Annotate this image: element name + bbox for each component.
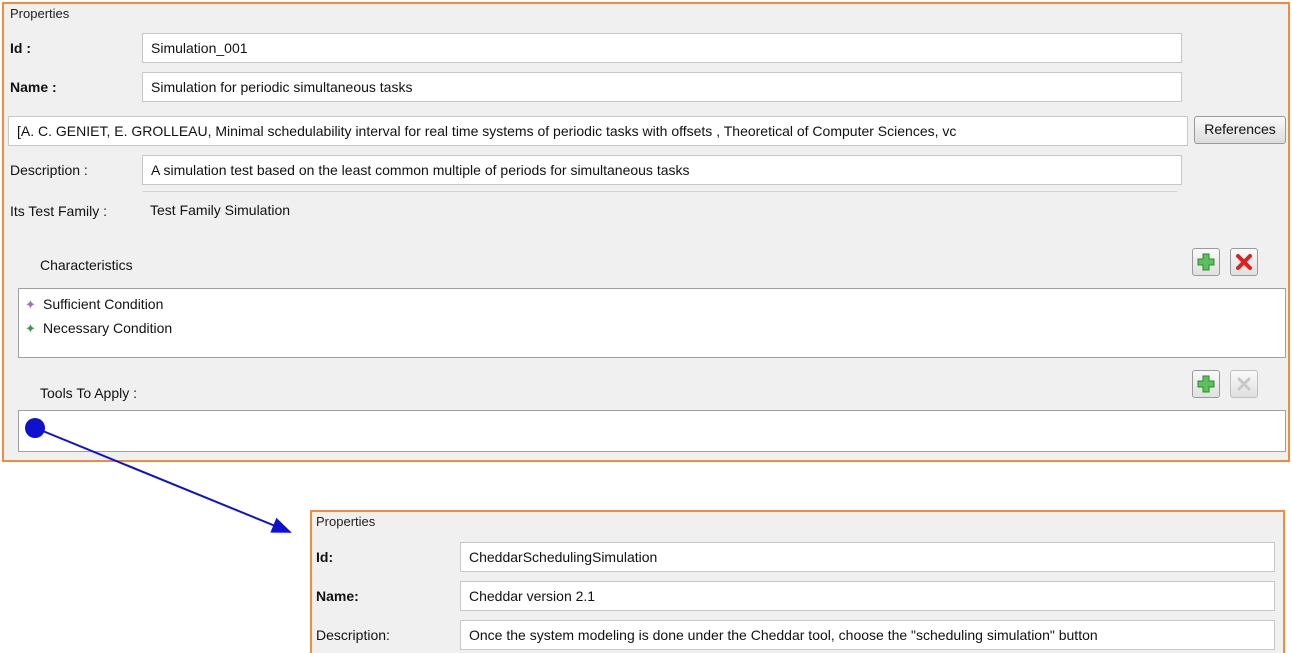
- description-label: Description:: [316, 627, 390, 643]
- plus-icon: [1197, 375, 1215, 393]
- id-field[interactable]: CheddarSchedulingSimulation: [460, 542, 1275, 572]
- list-item[interactable]: ✦ Sufficient Condition: [19, 292, 1285, 316]
- name-label: Name:: [316, 588, 359, 604]
- delete-x-icon: [1236, 254, 1252, 270]
- test-family-field: Test Family Simulation: [142, 196, 1177, 226]
- name-field[interactable]: Cheddar version 2.1: [460, 581, 1275, 611]
- delete-x-icon: [1237, 377, 1251, 391]
- list-item[interactable]: ✦ Necessary Condition: [19, 316, 1285, 340]
- id-label: Id:: [316, 549, 334, 565]
- test-family-label: Its Test Family :: [10, 203, 107, 219]
- plus-icon: [1197, 253, 1215, 271]
- description-label: Description :: [10, 162, 88, 178]
- name-field[interactable]: Simulation for periodic simultaneous tas…: [142, 72, 1182, 102]
- name-label: Name :: [10, 79, 57, 95]
- properties-panel-tool: Properties Id: CheddarSchedulingSimulati…: [310, 510, 1285, 653]
- characteristics-list[interactable]: ✦ Sufficient Condition ✦ Necessary Condi…: [18, 288, 1286, 358]
- green-diamond-icon: ✦: [25, 320, 36, 336]
- add-tool-button[interactable]: [1192, 370, 1220, 398]
- purple-diamond-icon: ✦: [25, 296, 36, 312]
- add-characteristic-button[interactable]: [1192, 248, 1220, 276]
- delete-tool-button[interactable]: [1230, 370, 1258, 398]
- separator: [142, 191, 1177, 192]
- id-label: Id :: [10, 40, 31, 56]
- properties-panel-test: Properties Id : Simulation_001 Name : Si…: [2, 2, 1290, 462]
- panel-title: Properties: [316, 514, 376, 529]
- panel-title: Properties: [10, 6, 70, 21]
- description-field[interactable]: A simulation test based on the least com…: [142, 155, 1182, 185]
- list-item-label: Sufficient Condition: [43, 296, 164, 312]
- id-field[interactable]: Simulation_001: [142, 33, 1182, 63]
- description-field[interactable]: Once the system modeling is done under t…: [460, 620, 1275, 650]
- tools-list[interactable]: [18, 410, 1286, 452]
- tools-to-apply-label: Tools To Apply :: [40, 385, 138, 401]
- list-item-label: Necessary Condition: [43, 320, 173, 336]
- references-button[interactable]: References: [1194, 116, 1286, 144]
- characteristics-label: Characteristics: [40, 257, 133, 273]
- delete-characteristic-button[interactable]: [1230, 248, 1258, 276]
- reference-field[interactable]: [A. C. GENIET, E. GROLLEAU, Minimal sche…: [8, 116, 1188, 146]
